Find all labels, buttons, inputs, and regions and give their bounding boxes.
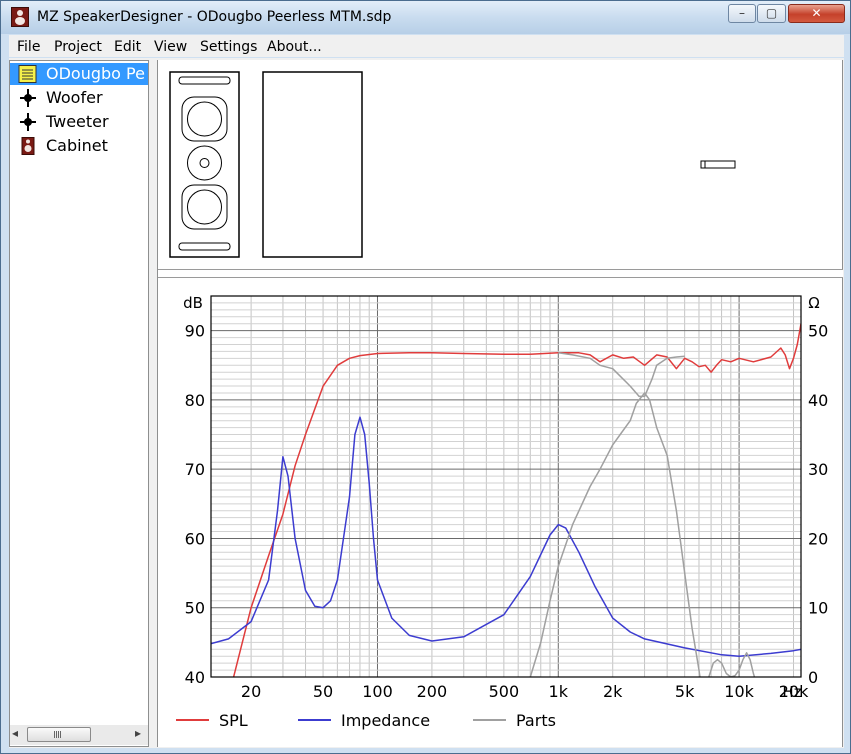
- design-panel: dB Ω Hz 40 50 60 70 80 90 0 10 20 30 40 50 20 50 100 20…: [157, 60, 843, 747]
- menu-project[interactable]: Project: [54, 39, 102, 55]
- tree-item-label: Cabinet: [46, 136, 108, 155]
- tree-item-project[interactable]: ODougbo Pe: [10, 63, 148, 85]
- x-tick-label: 100: [362, 682, 393, 701]
- y-right-tick-label: 50: [808, 322, 828, 341]
- cabinet-front-view[interactable]: [169, 71, 240, 258]
- x-tick-label: 5k: [675, 682, 695, 701]
- cabinet-icon: [21, 137, 35, 155]
- window-title: MZ SpeakerDesigner - ODougbo Peerless MT…: [37, 9, 392, 25]
- y-right-tick-label: 40: [808, 391, 828, 410]
- cabinet-drawing: [169, 71, 736, 258]
- menu-bar: File Project Edit View Settings About...: [9, 35, 844, 57]
- project-icon: [18, 65, 37, 83]
- y-left-tick-label: 80: [185, 391, 205, 410]
- y-left-tick-label: 50: [185, 599, 205, 618]
- vertical-splitter[interactable]: [149, 60, 157, 747]
- baffle-top-view[interactable]: [700, 160, 736, 169]
- frequency-response-chart[interactable]: dB Ω Hz 4050607080900102030405020 50 100 20…: [158, 278, 842, 748]
- menu-edit[interactable]: Edit: [114, 39, 141, 55]
- legend-label: Parts: [516, 711, 556, 730]
- scroll-left-arrow[interactable]: ◂: [12, 726, 18, 740]
- x-tick-label: 50: [313, 682, 333, 701]
- y-left-tick-label: 90: [185, 322, 205, 341]
- y-right-tick-label: 0: [808, 668, 818, 687]
- menu-about[interactable]: About...: [267, 39, 322, 55]
- x-tick-label: 500: [489, 682, 520, 701]
- x-tick-label: 20k: [779, 682, 809, 701]
- plot-background: [211, 296, 801, 677]
- y-right-tick-label: 20: [808, 529, 828, 548]
- x-tick-label: 10k: [724, 682, 754, 701]
- legend-label: SPL: [219, 711, 248, 730]
- scroll-thumb[interactable]: [27, 727, 91, 742]
- y-left-axis-label: dB: [183, 294, 203, 312]
- tree-horizontal-scrollbar[interactable]: ◂ ▸: [10, 725, 148, 745]
- y-left-tick-label: 40: [185, 668, 205, 687]
- close-button[interactable]: ✕: [788, 4, 845, 23]
- scroll-right-arrow[interactable]: ▸: [135, 726, 141, 740]
- app-window: MZ SpeakerDesigner - ODougbo Peerless MT…: [0, 0, 851, 754]
- tree-item-label: Woofer: [46, 88, 103, 107]
- menu-file[interactable]: File: [17, 39, 40, 55]
- y-right-tick-label: 10: [808, 599, 828, 618]
- project-tree[interactable]: ODougbo Pe Woofer Tweeter Cabinet: [9, 60, 149, 747]
- tree-item-cabinet[interactable]: Cabinet: [10, 135, 148, 157]
- menu-view[interactable]: View: [154, 39, 187, 55]
- cabinet-side-view[interactable]: [262, 71, 363, 258]
- y-right-axis-label: Ω: [808, 294, 819, 312]
- title-bar[interactable]: MZ SpeakerDesigner - ODougbo Peerless MT…: [1, 1, 850, 34]
- tree-item-label: Tweeter: [46, 112, 109, 131]
- y-left-tick-label: 70: [185, 460, 205, 479]
- y-right-tick-label: 30: [808, 460, 828, 479]
- minimize-button[interactable]: –: [728, 4, 756, 23]
- maximize-button[interactable]: ▢: [757, 4, 786, 23]
- x-tick-label: 1k: [549, 682, 569, 701]
- horizontal-splitter[interactable]: [158, 269, 843, 278]
- driver-icon: [20, 89, 36, 107]
- y-left-tick-label: 60: [185, 529, 205, 548]
- tree-item-label: ODougbo Pe: [46, 64, 145, 83]
- chart-legend: SPL Impedance Parts: [176, 711, 556, 730]
- tree-item-tweeter[interactable]: Tweeter: [10, 111, 148, 133]
- app-icon[interactable]: [11, 7, 29, 27]
- driver-icon: [20, 113, 36, 131]
- menu-settings[interactable]: Settings: [200, 39, 257, 55]
- legend-label: Impedance: [341, 711, 430, 730]
- x-tick-label: 200: [417, 682, 448, 701]
- x-tick-label: 2k: [603, 682, 623, 701]
- x-tick-label: 20: [241, 682, 261, 701]
- tree-item-woofer[interactable]: Woofer: [10, 87, 148, 109]
